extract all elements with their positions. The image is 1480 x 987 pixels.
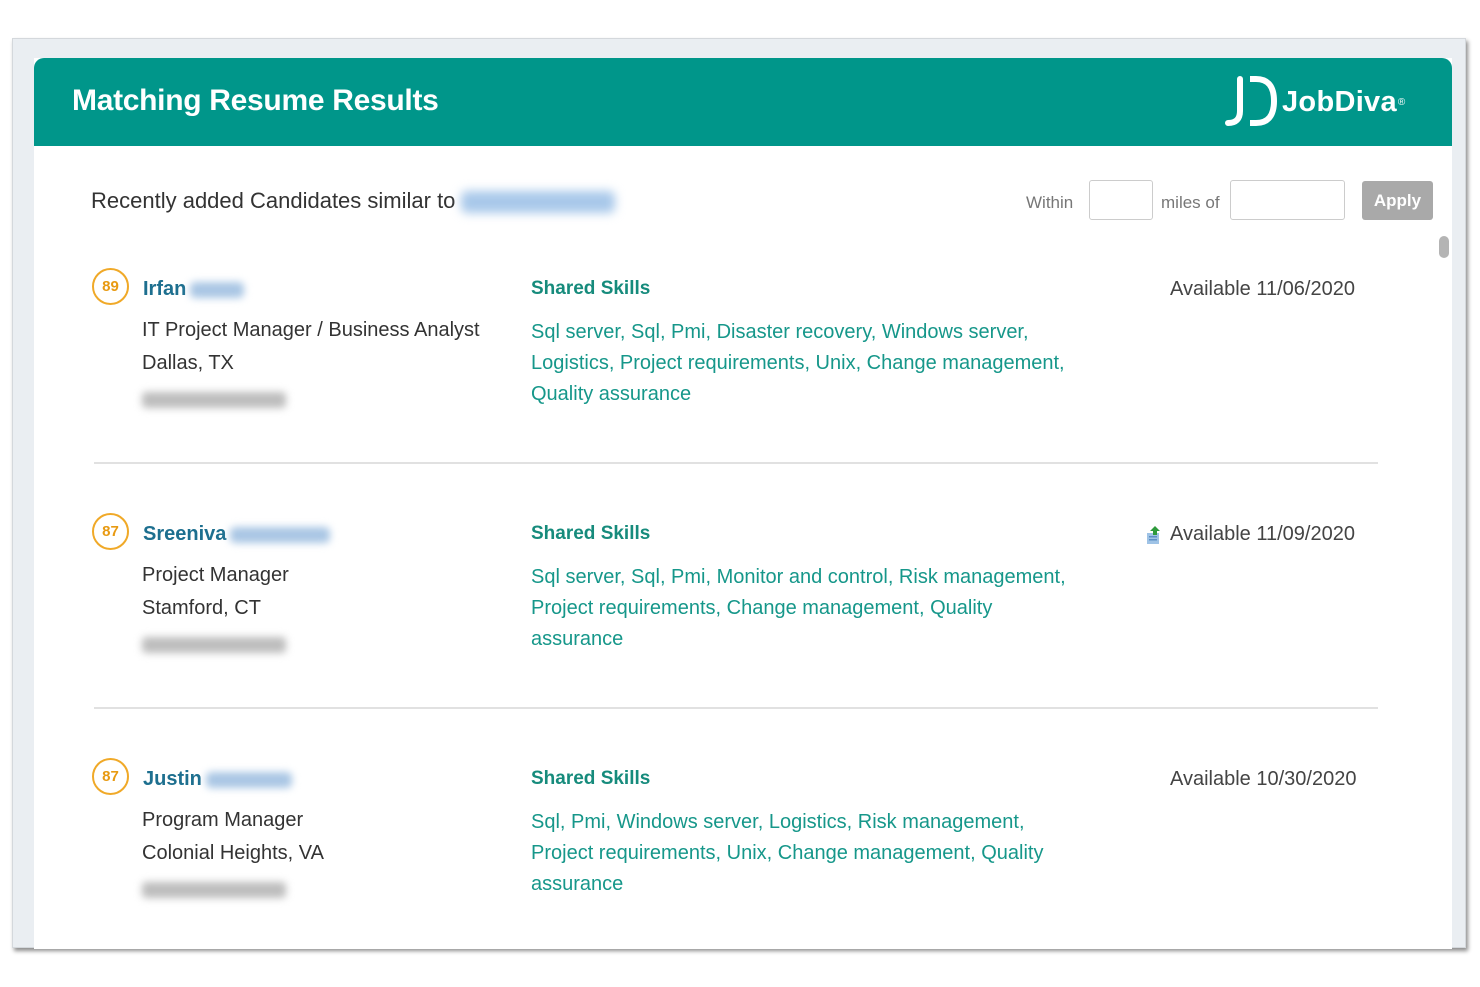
shared-skills-list: Sql, Pmi, Windows server, Logistics, Ris… [531,811,1044,895]
match-score-badge: 87 [92,758,129,795]
redacted-candidate-name [461,191,616,214]
redacted-phone [142,882,286,898]
shared-skills-heading: Shared Skills [531,523,651,544]
candidate-name-link[interactable]: Justin [143,768,292,791]
results-panel: Matching Resume Results JobDiva ® Recentl… [34,58,1452,949]
similar-candidates-heading: Recently added Candidates similar to [91,188,616,214]
shared-skills-heading: Shared Skills [531,768,651,789]
match-score-badge: 89 [92,268,129,305]
candidate-result: 87 Sreeniva Project Manager Stamford, CT… [34,513,1424,758]
candidate-title: Program Manager [142,809,304,831]
page-title: Matching Resume Results [72,84,439,117]
result-divider [94,462,1378,464]
apply-button[interactable]: Apply [1362,181,1433,220]
candidate-name-link[interactable]: Sreeniva [143,523,331,546]
match-score-badge: 87 [92,513,129,550]
candidate-first-name[interactable]: Sreeniva [143,523,226,545]
candidate-location: Colonial Heights, VA [142,842,324,864]
redacted-phone [142,392,286,408]
result-divider [94,707,1378,709]
within-label: Within [1026,193,1074,212]
jobdiva-logo: JobDiva ® [1220,74,1405,130]
candidate-result: 87 Justin Program Manager Colonial Heigh… [34,758,1424,949]
candidate-title: Project Manager [142,564,289,586]
candidate-name-link[interactable]: Irfan [143,278,245,301]
candidate-first-name[interactable]: Justin [143,768,202,790]
candidate-location: Dallas, TX [142,352,234,374]
location-zip-input[interactable] [1230,180,1345,220]
window-frame: Matching Resume Results JobDiva ® Recentl… [12,38,1466,949]
miles-of-label: miles of [1161,193,1220,212]
candidate-location: Stamford, CT [142,597,261,619]
availability-date: Available 10/30/2020 [1170,768,1357,790]
upload-arrow-icon [1147,526,1160,544]
candidate-title: IT Project Manager / Business Analyst [142,319,480,341]
redacted-phone [142,637,286,653]
redacted-last-name [205,771,292,788]
candidate-first-name[interactable]: Irfan [143,278,186,300]
availability-date: Available 11/06/2020 [1170,278,1355,300]
shared-skills-list: Sql server, Sql, Pmi, Monitor and contro… [531,566,1066,650]
shared-skills-heading: Shared Skills [531,278,651,299]
availability-date: Available 11/09/2020 [1170,523,1355,545]
candidate-result: 89 Irfan IT Project Manager / Business A… [34,268,1424,513]
redacted-last-name [230,526,331,543]
redacted-last-name [190,281,245,298]
logo-registered-mark: ® [1397,96,1406,108]
scrollbar-thumb[interactable] [1439,236,1449,258]
vertical-scrollbar[interactable] [1437,236,1449,936]
similar-label: Recently added Candidates similar to [91,188,456,213]
within-miles-input[interactable] [1089,180,1153,220]
header-bar: Matching Resume Results JobDiva ® [34,58,1452,146]
shared-skills-list: Sql server, Sql, Pmi, Disaster recovery,… [531,321,1065,405]
logo-text: JobDiva [1282,85,1397,118]
filter-toolbar: Recently added Candidates similar to Wit… [34,180,1452,224]
jobdiva-jd-logo-icon [1225,76,1278,126]
